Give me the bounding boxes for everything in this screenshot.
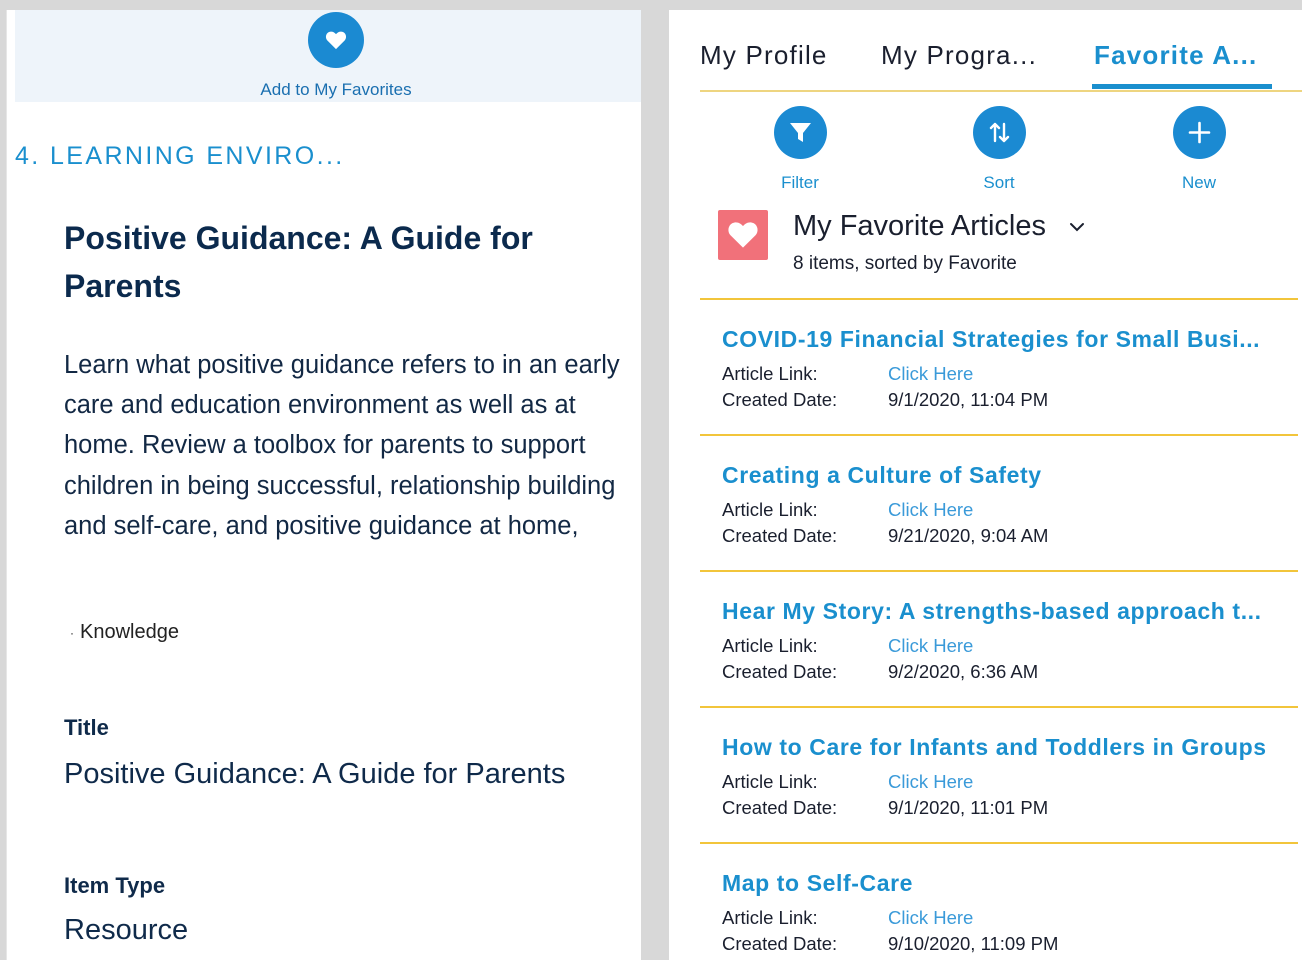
filter-button[interactable]: Filter — [750, 106, 850, 193]
field-label: Article Link: — [722, 499, 818, 520]
list-title: My Favorite Articles — [793, 210, 1046, 242]
item-type-field-label: Item Type — [64, 873, 166, 898]
filter-circle[interactable] — [773, 106, 827, 159]
topic-label: Knowledge — [80, 621, 179, 643]
article-link-row: Article Link: Click Here — [722, 499, 973, 521]
list-item[interactable]: Creating a Culture of Safety Article Lin… — [700, 434, 1298, 572]
favorites-panel: My Profile My Progra... Favorite A... Fi… — [669, 10, 1302, 960]
item-type-field-value: Resource — [64, 914, 189, 946]
bullet-icon: · — [70, 625, 74, 640]
article-link-row: Article Link: Click Here — [722, 771, 973, 793]
filter-icon — [789, 123, 811, 142]
list-item[interactable]: How to Care for Infants and Toddlers in … — [700, 706, 1298, 844]
click-here-link[interactable]: Click Here — [888, 635, 973, 657]
title-field-label: Title — [64, 715, 109, 740]
list-item[interactable]: Map to Self-Care Article Link: Click Here… — [700, 842, 1298, 960]
click-here-link[interactable]: Click Here — [888, 499, 973, 521]
field-label: Article Link: — [722, 363, 818, 384]
field-label: Created Date: — [722, 933, 838, 954]
created-date-value: 9/21/2020, 9:04 AM — [888, 525, 1049, 546]
new-label: New — [1181, 173, 1216, 192]
tab-favorite-articles[interactable]: Favorite A... — [1094, 40, 1257, 71]
click-here-link[interactable]: Click Here — [888, 907, 973, 929]
article-title-link[interactable]: Creating a Culture of Safety — [722, 462, 1042, 489]
article-detail-panel: Add to My Favorites 4. LEARNING ENVIRO..… — [6, 10, 641, 960]
sort-label: Sort — [983, 173, 1015, 192]
add-to-favorites-label[interactable]: Add to My Favorites — [15, 80, 641, 100]
created-date-row: Created Date: 9/1/2020, 11:04 PM — [722, 389, 1048, 411]
article-title-link[interactable]: How to Care for Infants and Toddlers in … — [722, 734, 1267, 761]
add-to-favorites-button[interactable] — [308, 12, 364, 68]
field-label: Article Link: — [722, 635, 818, 656]
field-label: Article Link: — [722, 771, 818, 792]
chevron-down-icon[interactable] — [1068, 221, 1086, 233]
created-date-row: Created Date: 9/21/2020, 9:04 AM — [722, 525, 1048, 547]
created-date-row: Created Date: 9/2/2020, 6:36 AM — [722, 661, 1038, 683]
title-field-value: Positive Guidance: A Guide for Parents — [64, 758, 566, 790]
article-title-link[interactable]: Hear My Story: A strengths-based approac… — [722, 598, 1262, 625]
heart-icon — [728, 222, 758, 248]
new-circle[interactable] — [1172, 106, 1226, 159]
created-date-row: Created Date: 9/1/2020, 11:01 PM — [722, 797, 1048, 819]
article-title-link[interactable]: Map to Self-Care — [722, 870, 913, 897]
new-button[interactable]: New — [1149, 106, 1249, 193]
list-item[interactable]: Hear My Story: A strengths-based approac… — [700, 570, 1298, 708]
article-title-link[interactable]: COVID-19 Financial Strategies for Small … — [722, 326, 1260, 353]
sort-icon — [989, 122, 1009, 143]
list-subtitle: 8 items, sorted by Favorite — [793, 253, 1017, 274]
article-link-row: Article Link: Click Here — [722, 635, 973, 657]
list-view-selector[interactable]: My Favorite Articles — [793, 210, 1086, 243]
list-item[interactable]: COVID-19 Financial Strategies for Small … — [700, 298, 1298, 436]
click-here-link[interactable]: Click Here — [888, 363, 973, 385]
created-date-value: 9/10/2020, 11:09 PM — [888, 933, 1059, 954]
field-label: Created Date: — [722, 525, 838, 546]
field-label: Created Date: — [722, 389, 838, 410]
article-title: Positive Guidance: A Guide for Parents — [64, 220, 533, 304]
heart-icon — [325, 31, 347, 50]
topic-tag: · Knowledge — [70, 621, 179, 644]
tab-bar: My Profile My Progra... Favorite A... — [700, 10, 1302, 92]
sort-circle[interactable] — [972, 106, 1026, 159]
field-label: Created Date: — [722, 661, 838, 682]
article-link-row: Article Link: Click Here — [722, 907, 973, 929]
created-date-value: 9/2/2020, 6:36 AM — [888, 661, 1039, 682]
filter-label: Filter — [781, 173, 819, 192]
add-to-favorites-bar: Add to My Favorites — [15, 10, 641, 102]
section-heading: 4. LEARNING ENVIRO... — [15, 142, 345, 170]
article-description: Learn what positive guidance refers to i… — [64, 351, 620, 540]
tab-my-programs[interactable]: My Progra... — [881, 40, 1037, 71]
tab-my-profile[interactable]: My Profile — [700, 40, 828, 71]
favorites-list-icon — [718, 210, 768, 260]
plus-icon — [1188, 121, 1210, 144]
created-date-row: Created Date: 9/10/2020, 11:09 PM — [722, 933, 1058, 955]
article-link-row: Article Link: Click Here — [722, 363, 973, 385]
click-here-link[interactable]: Click Here — [888, 771, 973, 793]
field-label: Article Link: — [722, 907, 818, 928]
active-tab-indicator — [1092, 84, 1272, 89]
field-label: Created Date: — [722, 797, 838, 818]
created-date-value: 9/1/2020, 11:01 PM — [888, 797, 1049, 818]
sort-button[interactable]: Sort — [949, 106, 1049, 193]
created-date-value: 9/1/2020, 11:04 PM — [888, 389, 1049, 410]
